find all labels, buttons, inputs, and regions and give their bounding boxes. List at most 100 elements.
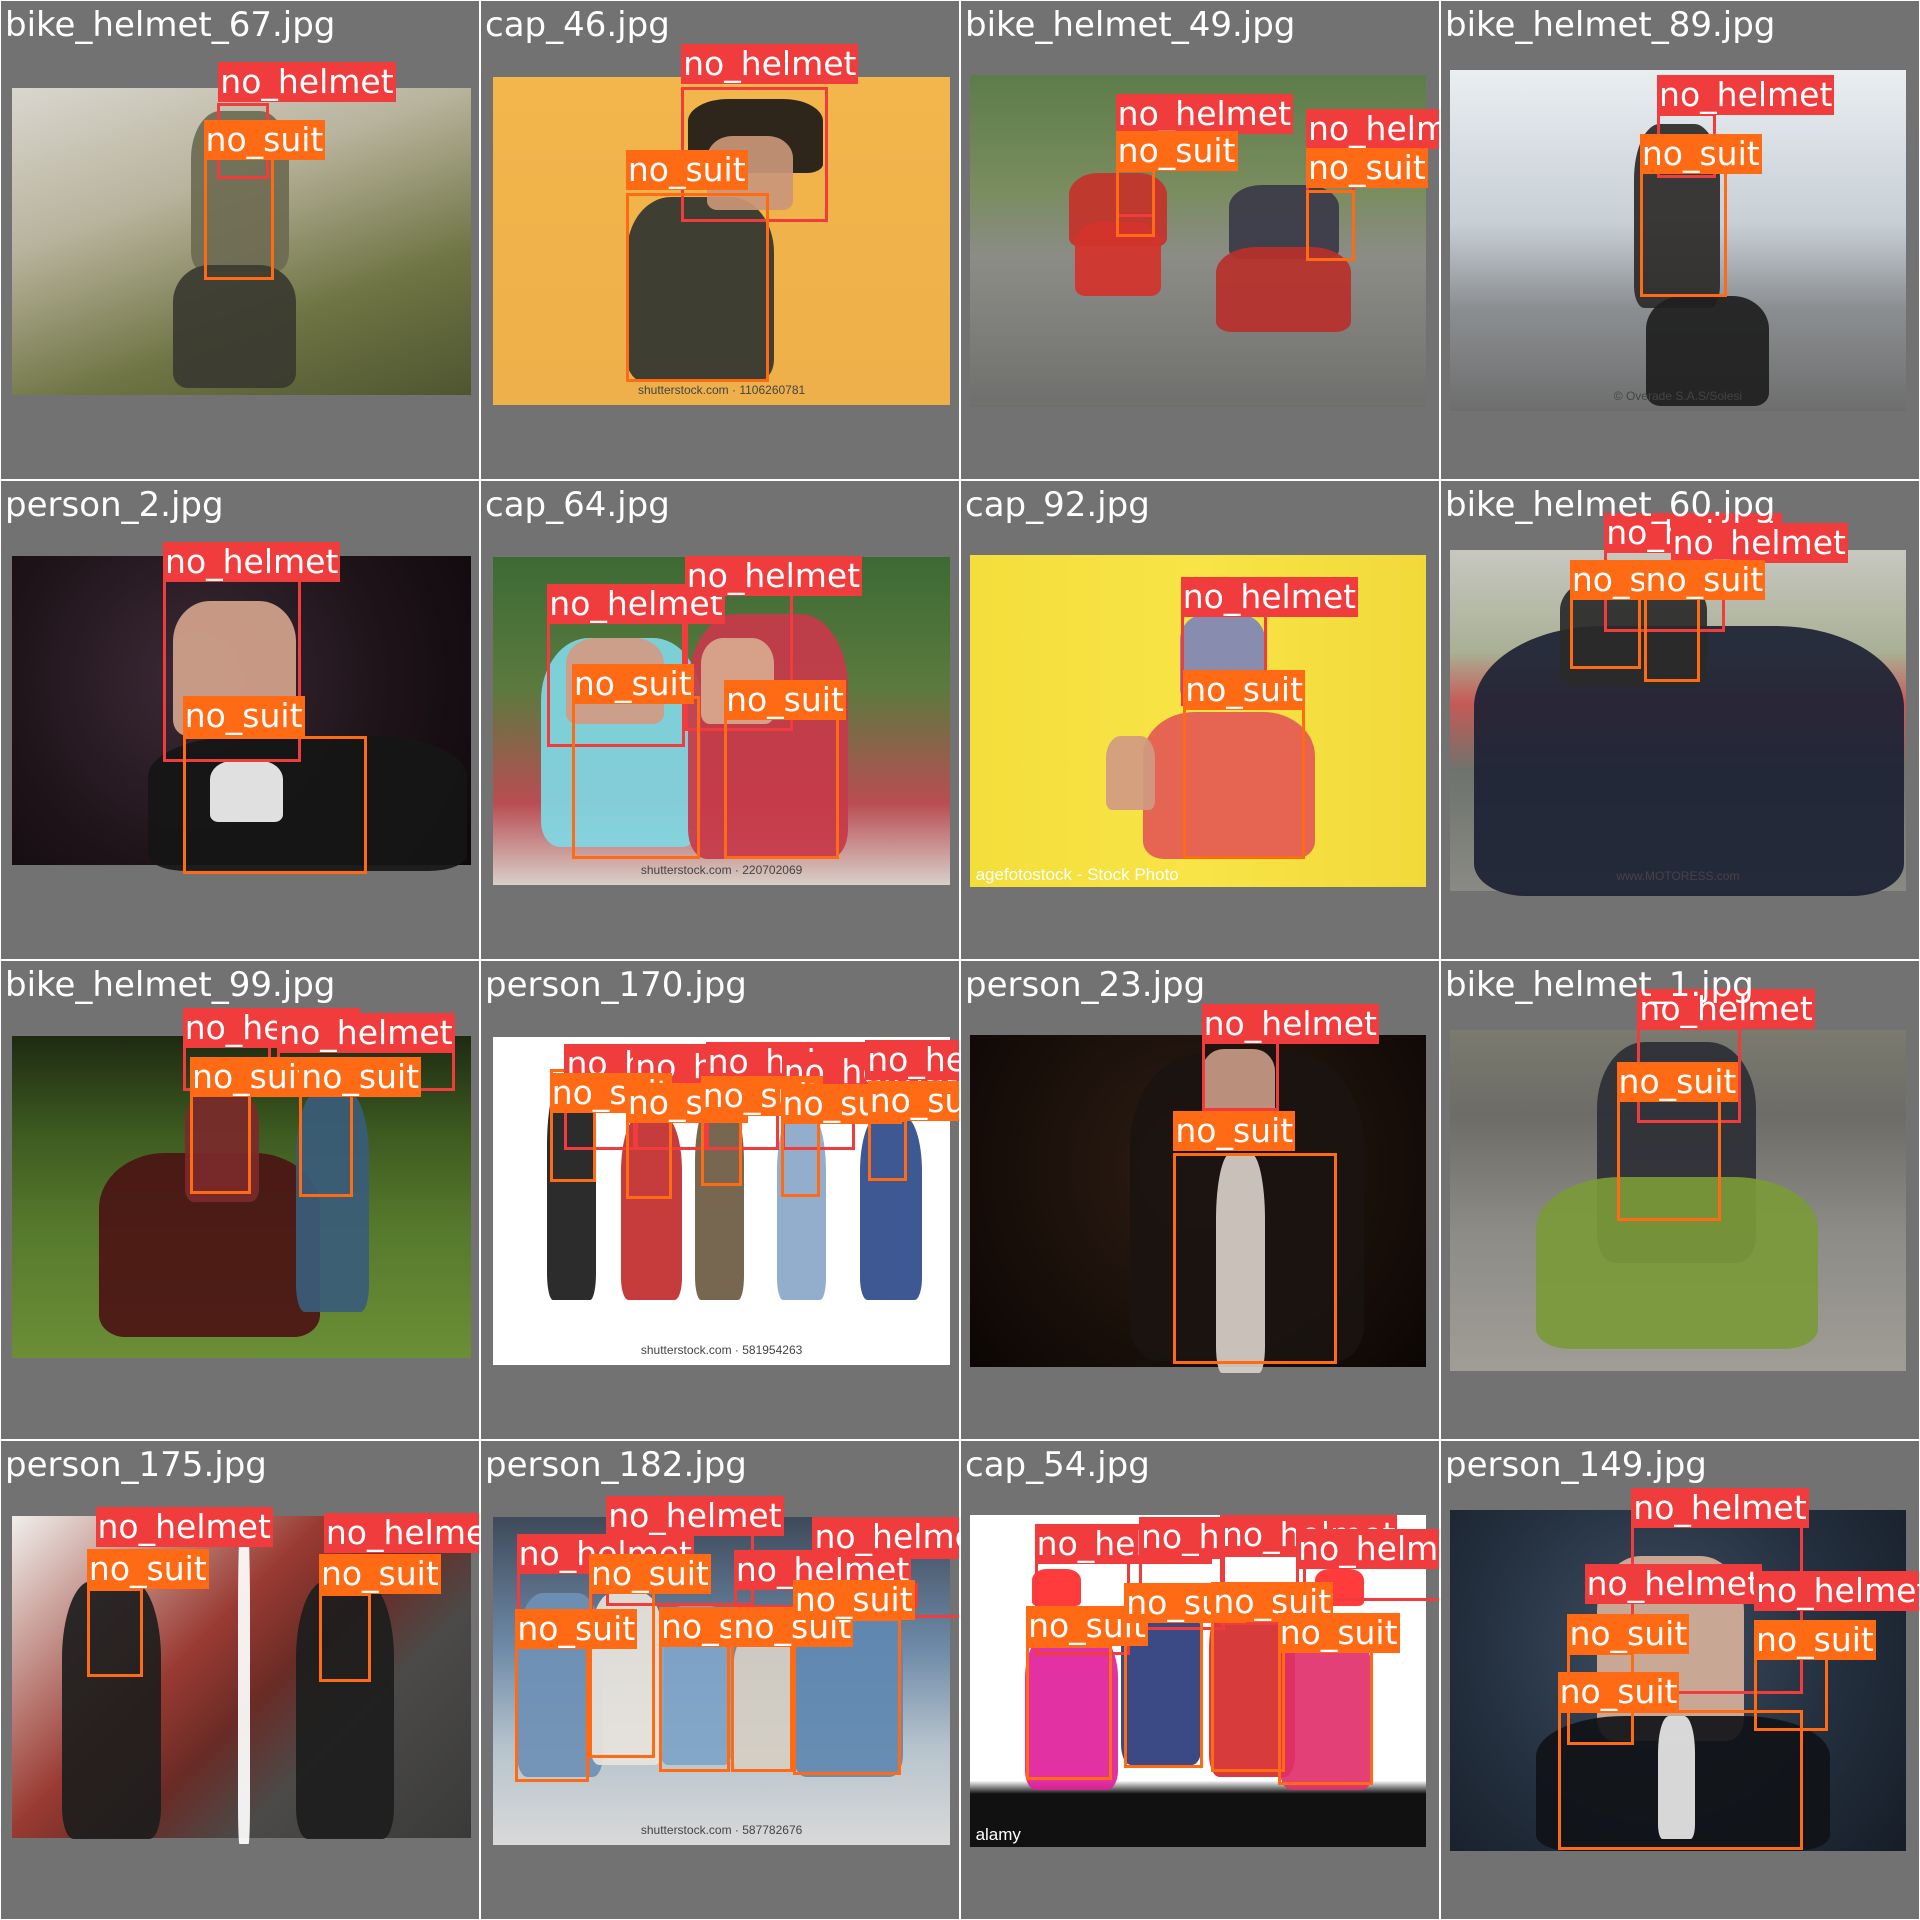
detection-label-no-suit: no_suit [299, 1056, 422, 1097]
photo-watermark: shutterstock.com · 587782676 [640, 1822, 803, 1837]
detection-label-no-helmet: no_helmet [1657, 74, 1835, 115]
detection-box-no-suit [1754, 1657, 1828, 1731]
tile-bike-helmet-49: bike_helmet_49.jpgno_helmetno_helmetno_s… [960, 0, 1440, 480]
tile-filename: person_182.jpg [485, 1445, 747, 1485]
detection-label-no-suit: no_suit [1643, 559, 1766, 600]
detection-box-no-suit [299, 1093, 354, 1197]
tile-cap-64: cap_64.jpg shutterstock.com · 220702069 no… [480, 480, 960, 960]
detection-label-no-suit: no_suit [182, 695, 305, 736]
detection-label-no-helmet: no_helmet [1631, 1487, 1809, 1528]
detection-label-no-helmet: no_helmet [865, 1039, 959, 1080]
detection-box-no-suit [867, 1119, 907, 1181]
tile-filename: person_170.jpg [485, 965, 747, 1005]
person-figure [237, 1509, 251, 1844]
photo-watermark: shutterstock.com · 581954263 [640, 1342, 803, 1357]
detection-label-no-helmet: no_helmet [606, 1496, 784, 1537]
detection-box-no-suit [182, 736, 367, 874]
detection-box-no-suit [571, 695, 700, 860]
detection-label-no-suit: no_suit [190, 1056, 312, 1097]
detection-label-no-suit: no_suit [318, 1553, 441, 1594]
detection-label-no-helmet: no_helmet [1201, 1003, 1379, 1044]
photo-watermark: alamy [975, 1825, 1021, 1845]
detection-label-no-helmet: no_helmet [277, 1012, 455, 1053]
detection-box-no-suit [1115, 169, 1155, 237]
detection-label-no-suit: no_suit [203, 120, 326, 161]
tile-person-23: person_23.jpg no_helmet no_suit [960, 960, 1440, 1440]
detection-label-no-suit: no_suit [867, 1081, 959, 1122]
detection-label-no-helmet: no_helmet [1115, 94, 1294, 135]
detection-label-no-suit: no_suit [1277, 1612, 1400, 1653]
detection-box-no-suit [515, 1644, 590, 1783]
detection-box-no-suit [190, 1093, 252, 1195]
tile-cap-54: cap_54.jpgalamyno_helmetno_helmetno_helm… [960, 1440, 1440, 1920]
tile-cap-46: cap_46.jpg shutterstock.com · 1106260781 n… [480, 0, 960, 480]
photo-watermark: © Overade S.A.S/Solesi [1613, 389, 1743, 404]
tile-bike-helmet-60: bike_helmet_60.jpg www.MOTORESS.com no_hel… [1440, 480, 1920, 960]
tile-filename: bike_helmet_99.jpg [5, 965, 336, 1005]
detection-label-no-helmet: no_helmet [1670, 522, 1848, 563]
detection-label-no-suit: no_suit [515, 1609, 638, 1650]
detection-box-no-suit [1211, 1617, 1286, 1773]
detection-label-no-suit: no_suit [1305, 148, 1428, 189]
photo-watermark: shutterstock.com · 220702069 [640, 862, 803, 877]
detection-box-no-suit [1305, 190, 1356, 262]
tile-filename: person_175.jpg [5, 1445, 267, 1485]
detection-label-no-helmet: no_helmet [323, 1513, 479, 1554]
detection-label-no-helmet: no_helmet [1180, 576, 1359, 617]
tile-filename: person_149.jpg [1445, 1445, 1707, 1485]
tile-person-149: person_149.jpg no_helmet no_helmet no_helme… [1440, 1440, 1920, 1920]
detection-label-no-helmet: no_helmet [681, 43, 859, 84]
detection-label-no-helmet: no_helmet [218, 62, 396, 103]
person-figure [1105, 736, 1155, 810]
detection-label-no-suit: no_suit [792, 1579, 915, 1620]
detection-box-no-suit [1643, 596, 1701, 683]
tile-cap-92: cap_92.jpg agefotostock - Stock Photo no_h… [960, 480, 1440, 960]
detection-box-no-suit [724, 714, 840, 860]
person-figure [172, 264, 296, 388]
tile-person-175: person_175.jpgno_helmetno_helmetno_suitn… [0, 1440, 480, 1920]
detection-box-no-suit [86, 1588, 144, 1677]
tile-filename: bike_helmet_49.jpg [965, 5, 1296, 45]
tile-person-2: person_2.jpg no_helmet no_suit [0, 480, 480, 960]
detection-box-no-suit [1639, 169, 1728, 297]
detection-label-no-helmet: no_helmet [1305, 109, 1439, 150]
detection-label-no-helmet: no_helmet [812, 1517, 959, 1558]
detection-box-no-suit [203, 149, 274, 280]
tile-filename: cap_54.jpg [965, 1445, 1150, 1485]
detection-box-no-suit [659, 1642, 731, 1773]
detection-label-no-helmet: no_helmet [1296, 1529, 1439, 1570]
detection-box-no-suit [625, 192, 770, 382]
detection-label-no-suit: no_suit [1639, 133, 1762, 174]
detection-label-no-suit: no_suit [1115, 131, 1238, 172]
tile-bike-helmet-67: bike_helmet_67.jpg no_helmet no_suit [0, 0, 480, 480]
tile-filename: bike_helmet_67.jpg [5, 5, 336, 45]
detection-label-no-suit: no_suit [1173, 1110, 1296, 1151]
detection-label-no-suit: no_suit [625, 149, 748, 190]
detection-label-no-helmet: no_helmet [163, 542, 341, 583]
tile-filename: cap_46.jpg [485, 5, 670, 45]
detection-label-no-helmet: no_helmet [95, 1507, 273, 1548]
tile-person-170: person_170.jpg shutterstock.com · 5819542… [480, 960, 960, 1440]
detection-label-no-suit: no_suit [1754, 1620, 1876, 1661]
detection-box-no-suit [1277, 1649, 1374, 1785]
detection-label-no-suit: no_suit [1616, 1061, 1739, 1102]
detection-mosaic: bike_helmet_67.jpg no_helmet no_suit cap_4… [0, 0, 1920, 1920]
tile-bike-helmet-99: bike_helmet_99.jpg no_helmet no_helmet no_s… [0, 960, 480, 1440]
detection-label-no-helmet: no_helmet [1584, 1563, 1763, 1604]
tile-bike-helmet-89: bike_helmet_89.jpg © Overade S.A.S/Solesi… [1440, 0, 1920, 480]
photo-watermark: www.MOTORESS.com [1616, 869, 1740, 884]
detection-box-no-suit [1183, 704, 1305, 860]
tile-person-182: person_182.jpg shutterstock.com · 5877826… [480, 1440, 960, 1920]
detection-box-no-suit [1616, 1098, 1721, 1222]
detection-label-no-suit: no_suit [571, 663, 694, 704]
photo-watermark: shutterstock.com · 1106260781 [637, 382, 806, 397]
detection-label-no-suit: no_suit [1557, 1671, 1680, 1712]
detection-label-no-suit: no_suit [1567, 1614, 1690, 1655]
tile-filename: cap_64.jpg [485, 485, 670, 525]
detection-box-no-suit [1173, 1152, 1337, 1364]
detection-box-no-suit [1557, 1709, 1804, 1850]
detection-label-no-helmet: no_helmet [684, 555, 863, 596]
tile-filename: cap_92.jpg [965, 485, 1150, 525]
detection-label-no-suit: no_suit [1183, 670, 1306, 711]
tile-filename: person_23.jpg [965, 965, 1206, 1005]
